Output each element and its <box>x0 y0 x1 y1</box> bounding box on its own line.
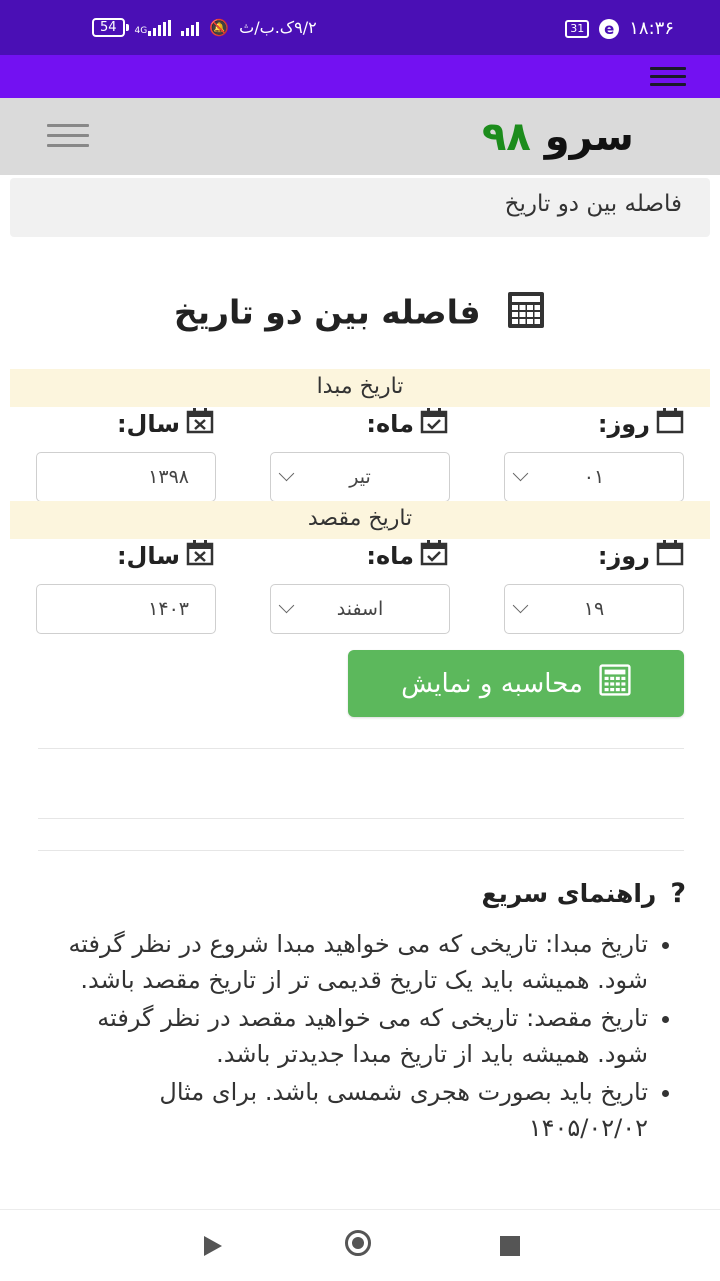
calendar-check-icon <box>420 408 448 440</box>
question-icon: ? <box>670 878 686 909</box>
app-notification-icon: e <box>599 18 620 39</box>
origin-month-select[interactable]: تیر <box>270 452 450 502</box>
battery-indicator: 54 <box>92 18 129 37</box>
status-bar: 54 4G 🔕 ۹/۲ک.ب/ث 31 e ۱۸:۳۶ <box>0 0 720 55</box>
origin-heading: تاریخ مبدا <box>10 369 710 407</box>
menu-icon[interactable] <box>650 67 686 91</box>
help-title: ? راهنمای سریع <box>481 878 686 909</box>
destination-day-select[interactable]: ۱۹ <box>504 584 684 634</box>
help-item-origin: تاریخ مبدا: تاریخی که می خواهید مبدا شرو… <box>48 926 648 998</box>
calendar-x-icon <box>186 540 214 572</box>
help-item-format: تاریخ باید بصورت هجری شمسی باشد. برای مث… <box>48 1074 648 1146</box>
destination-year-input[interactable]: ۱۴۰۳ <box>36 584 216 634</box>
breadcrumb: فاصله بین دو تاریخ <box>10 178 710 237</box>
origin-year-input[interactable]: ۱۳۹۸ <box>36 452 216 502</box>
calendar-icon <box>656 540 684 572</box>
origin-day-label: روز: <box>598 408 684 440</box>
divider <box>38 748 684 749</box>
status-right: 31 e ۱۸:۳۶ <box>565 18 674 39</box>
clock: ۱۸:۳۶ <box>629 18 674 39</box>
destination-day-label: روز: <box>598 540 684 572</box>
calendar-icon <box>656 408 684 440</box>
calendar-check-icon <box>420 540 448 572</box>
site-logo[interactable]: سرو ۹۸ <box>482 114 634 160</box>
recent-apps-icon[interactable] <box>500 1236 520 1256</box>
breadcrumb-current: فاصله بین دو تاریخ <box>504 191 682 217</box>
origin-day-select[interactable]: ۰۱ <box>504 452 684 502</box>
cellular-signal-icon: 4G <box>135 19 172 36</box>
calendar-notification-icon: 31 <box>565 19 590 38</box>
help-list: تاریخ مبدا: تاریخی که می خواهید مبدا شرو… <box>48 926 674 1148</box>
back-icon[interactable] <box>204 1236 222 1256</box>
browser-app-bar <box>0 55 720 98</box>
mute-bell-icon: 🔕 <box>209 18 230 37</box>
page-title: فاصله بین دو تاریخ <box>0 290 720 338</box>
cellular-signal-2-icon <box>181 20 200 36</box>
calculate-button[interactable]: محاسبه و نمایش <box>348 650 684 717</box>
network-speed: ۹/۲ک.ب/ث <box>239 18 317 37</box>
status-left: 54 4G 🔕 ۹/۲ک.ب/ث <box>92 18 317 37</box>
site-header: سرو ۹۸ <box>0 98 720 175</box>
calculator-icon <box>506 290 546 338</box>
destination-month-select[interactable]: اسفند <box>270 584 450 634</box>
origin-month-label: ماه: <box>366 408 448 440</box>
destination-month-label: ماه: <box>366 540 448 572</box>
system-nav-bar <box>0 1209 720 1281</box>
help-item-destination: تاریخ مقصد: تاریخی که می خواهید مقصد در … <box>48 1000 648 1072</box>
calculator-icon <box>599 664 631 703</box>
destination-year-label: سال: <box>117 540 214 572</box>
calendar-x-icon <box>186 408 214 440</box>
origin-year-label: سال: <box>117 408 214 440</box>
home-icon[interactable] <box>345 1230 371 1256</box>
hamburger-menu-icon[interactable] <box>47 124 89 154</box>
divider <box>38 850 684 851</box>
divider <box>38 818 684 819</box>
destination-heading: تاریخ مقصد <box>10 501 710 539</box>
